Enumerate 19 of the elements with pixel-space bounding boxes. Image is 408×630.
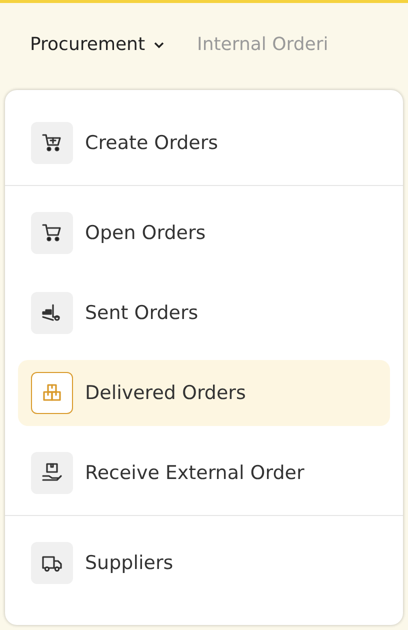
menu-item[interactable]: Delivered Orders [18,360,390,426]
menu-item-label: Create Orders [85,132,218,154]
menu-item-label: Sent Orders [85,302,198,324]
menu-item[interactable]: Suppliers [18,530,390,596]
boxes-icon [31,372,73,414]
cart-icon [31,212,73,254]
menu-item-label: Receive External Order [85,462,304,484]
menu-item-label: Delivered Orders [85,382,246,404]
cart-plus-icon [31,122,73,164]
truck-icon [31,542,73,584]
menu-item[interactable]: Sent Orders [18,280,390,346]
hand-package-icon [31,452,73,494]
menu-item[interactable]: Receive External Order [18,440,390,506]
menu-item[interactable]: Open Orders [18,200,390,266]
nav-tab[interactable]: Procurement [30,34,166,59]
menu-item-label: Open Orders [85,222,206,244]
menu-item-label: Suppliers [85,552,174,574]
forklift-icon [31,292,73,334]
menu-item[interactable]: Create Orders [18,110,390,176]
